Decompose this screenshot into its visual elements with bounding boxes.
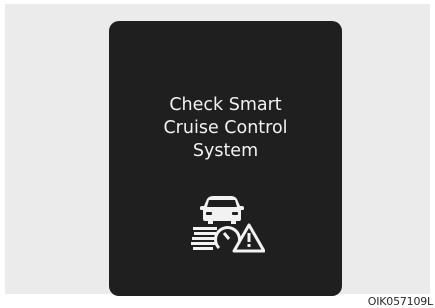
message-line-3: System [192, 141, 259, 161]
message-line-1: Check Smart [169, 95, 282, 115]
warning-message: Check Smart Cruise Control System [109, 94, 342, 163]
figure-frame: Check Smart Cruise Control System [5, 4, 430, 296]
figure-code: OIK057109L [367, 295, 433, 308]
distance-bars [191, 227, 217, 250]
smart-cruise-control-warning-icon [191, 196, 265, 253]
cluster-display: Check Smart Cruise Control System [109, 21, 342, 296]
message-line-2: Cruise Control [163, 118, 288, 138]
car-icon [200, 196, 244, 224]
